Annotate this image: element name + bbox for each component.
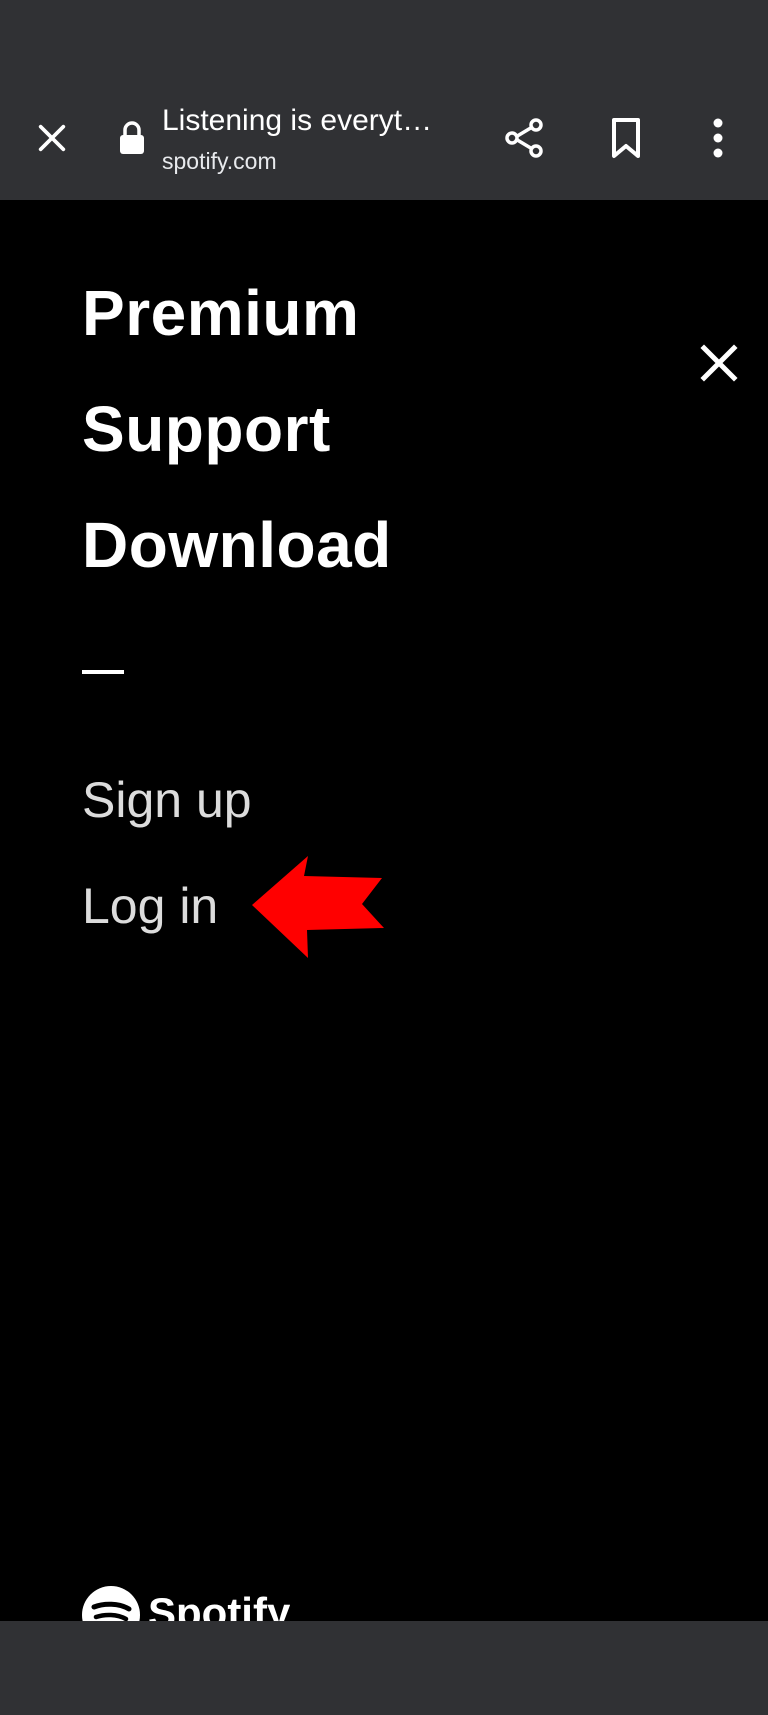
spotify-logo-icon bbox=[82, 1586, 140, 1621]
system-navigation-bar bbox=[0, 1621, 768, 1715]
primary-nav: Premium Support Download bbox=[82, 270, 392, 618]
nav-link-download[interactable]: Download bbox=[82, 502, 392, 618]
sign-up-link[interactable]: Sign up bbox=[82, 760, 252, 866]
more-vert-icon bbox=[713, 118, 723, 158]
close-icon bbox=[38, 124, 66, 152]
nav-link-support[interactable]: Support bbox=[82, 386, 392, 502]
share-icon bbox=[505, 118, 543, 158]
account-nav: Sign up Log in bbox=[82, 760, 252, 972]
more-options-button[interactable] bbox=[686, 106, 750, 170]
bookmark-icon bbox=[612, 118, 640, 158]
status-bar bbox=[0, 0, 768, 80]
bookmark-button[interactable] bbox=[594, 106, 658, 170]
share-button[interactable] bbox=[492, 106, 556, 170]
lock-icon bbox=[120, 121, 144, 154]
spotify-logo[interactable]: Spotify bbox=[82, 1586, 290, 1621]
annotation-arrow bbox=[252, 856, 384, 958]
close-icon bbox=[700, 344, 738, 382]
page-title[interactable]: Listening is everyt… bbox=[162, 104, 452, 138]
close-tab-button[interactable] bbox=[20, 106, 84, 170]
page-url[interactable]: spotify.com bbox=[162, 148, 277, 175]
log-in-link[interactable]: Log in bbox=[82, 866, 252, 972]
browser-toolbar: Listening is everyt… spotify.com bbox=[0, 80, 768, 200]
menu-close-button[interactable] bbox=[690, 334, 748, 392]
nav-menu-overlay: Premium Support Download Sign up Log in … bbox=[0, 200, 768, 1621]
spotify-wordmark: Spotify bbox=[148, 1588, 291, 1622]
menu-divider bbox=[82, 670, 124, 674]
nav-link-premium[interactable]: Premium bbox=[82, 270, 392, 386]
